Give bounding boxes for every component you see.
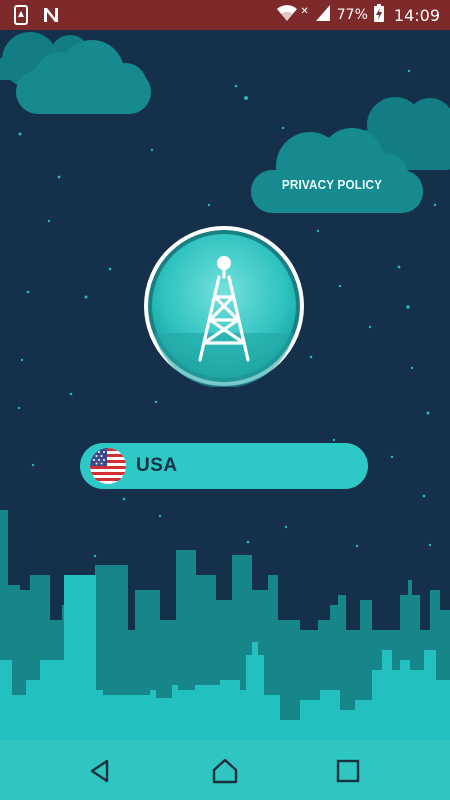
navigation-bar <box>0 740 450 800</box>
home-icon[interactable] <box>210 756 240 786</box>
battery-percent: 77% <box>336 7 368 23</box>
back-icon[interactable] <box>85 756 115 786</box>
app-screen: ✕ 77% 14:09 PRIVACY POLICY USA <box>0 0 450 800</box>
country-selector[interactable]: USA <box>80 443 368 489</box>
status-bar: ✕ 77% 14:09 <box>0 0 450 30</box>
battery-charging-icon <box>373 4 384 26</box>
background-scene <box>0 30 450 750</box>
connect-button[interactable] <box>143 225 305 389</box>
privacy-policy-link[interactable]: PRIVACY POLICY <box>269 170 395 200</box>
no-sim-icon: ✕ <box>300 5 309 17</box>
us-flag-icon <box>90 448 126 484</box>
usb-debug-icon <box>14 5 28 29</box>
signal-icon <box>315 4 331 26</box>
country-label: USA <box>136 455 178 476</box>
status-time: 14:09 <box>393 5 440 25</box>
wifi-icon <box>276 4 298 26</box>
n-app-icon <box>42 6 60 28</box>
recents-icon[interactable] <box>333 756 363 786</box>
